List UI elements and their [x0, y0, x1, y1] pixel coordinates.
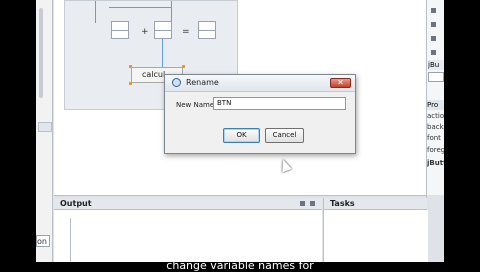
video-caption: change variable names for: [166, 260, 314, 272]
plus-label: +: [141, 27, 149, 37]
palette-icon: [431, 36, 436, 41]
close-icon[interactable]: ✕: [330, 78, 351, 88]
video-letterbox-left: [0, 0, 36, 270]
alignment-guide: [109, 7, 171, 8]
cancel-button[interactable]: Cancel: [265, 128, 304, 143]
left-panel-control[interactable]: [38, 122, 52, 132]
palette-icon: [431, 22, 436, 27]
ok-button[interactable]: OK: [223, 128, 260, 143]
alignment-guide: [162, 39, 163, 69]
close-icon[interactable]: [310, 201, 315, 206]
resize-handle[interactable]: [129, 65, 132, 68]
output-gutter: [70, 218, 71, 262]
alignment-guide: [171, 1, 172, 23]
tasks-content: [323, 210, 428, 262]
ide-window: on + = calcul jBu Pro action back font f…: [36, 0, 444, 262]
video-letterbox-right: [444, 0, 480, 270]
palette-item-jbutton[interactable]: jBu: [428, 60, 444, 70]
property-row[interactable]: font: [427, 134, 444, 143]
new-name-input[interactable]: BTN: [213, 97, 346, 110]
property-row[interactable]: back: [427, 123, 444, 132]
tasks-tab[interactable]: Tasks: [324, 199, 355, 208]
minimize-icon[interactable]: [300, 201, 305, 206]
tasks-panel-header: Tasks: [323, 198, 427, 210]
alignment-guide: [95, 1, 96, 23]
dialog-titlebar[interactable]: Rename ✕: [165, 75, 355, 92]
new-name-label: New Name:: [176, 101, 217, 109]
text-field-1[interactable]: [111, 21, 129, 39]
output-content: [54, 210, 322, 262]
equals-label: =: [182, 27, 190, 37]
java-app-icon: [172, 78, 181, 87]
dialog-title: Rename: [186, 78, 219, 87]
property-row[interactable]: action: [427, 112, 444, 121]
resize-handle[interactable]: [182, 65, 185, 68]
rename-dialog: Rename ✕ New Name: BTN OK Cancel: [164, 74, 356, 154]
left-panel: on: [36, 0, 53, 262]
property-row: jButt: [427, 159, 444, 167]
text-field-2[interactable]: [154, 21, 172, 39]
properties-header: Pro: [427, 100, 444, 110]
text-field-result[interactable]: [198, 21, 216, 39]
left-panel-tag: on: [36, 235, 50, 247]
resize-handle[interactable]: [129, 82, 132, 85]
palette-icon: [431, 50, 436, 55]
output-tab[interactable]: Output: [54, 199, 92, 208]
palette-icon: [431, 8, 436, 13]
palette-item-button[interactable]: [428, 72, 444, 82]
output-panel-header: Output: [54, 198, 322, 210]
property-row[interactable]: foreg: [427, 146, 444, 155]
left-scrollbar[interactable]: [39, 8, 43, 98]
